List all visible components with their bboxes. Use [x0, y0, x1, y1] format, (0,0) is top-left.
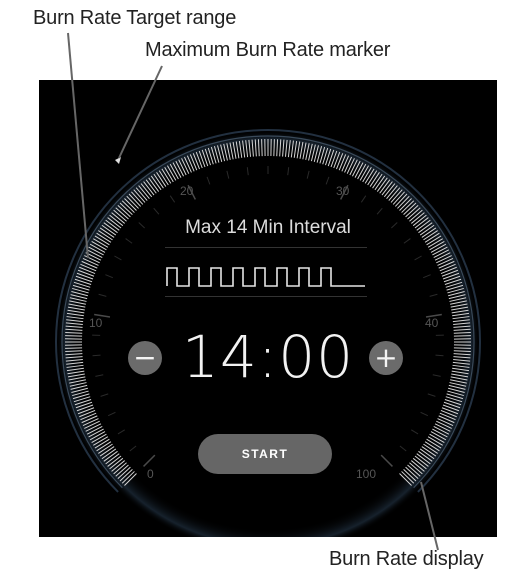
- start-button[interactable]: START: [198, 434, 332, 474]
- scale-label-100: 100: [356, 467, 377, 481]
- burn-rate-tick: [261, 139, 263, 157]
- increase-time-button[interactable]: +: [369, 341, 403, 375]
- scale-label-20: 20: [180, 184, 194, 198]
- interval-title: Max 14 Min Interval: [185, 217, 351, 238]
- burn-rate-panel: 0 10 20 30 40 100 Max 14 Min Interval − …: [39, 80, 497, 537]
- callout-display: Burn Rate display: [329, 548, 484, 570]
- burn-rate-tick: [273, 139, 275, 157]
- max-burn-rate-marker: [115, 157, 121, 164]
- scale-label-0: 0: [147, 467, 154, 481]
- callout-max-marker: Maximum Burn Rate marker: [145, 39, 391, 61]
- interval-timer: 14:00: [181, 323, 355, 391]
- square-wave-graph: [166, 267, 365, 287]
- callout-target-range: Burn Rate Target range: [33, 7, 237, 29]
- scale-label-30: 30: [336, 184, 350, 198]
- interval-waveform: [165, 247, 367, 297]
